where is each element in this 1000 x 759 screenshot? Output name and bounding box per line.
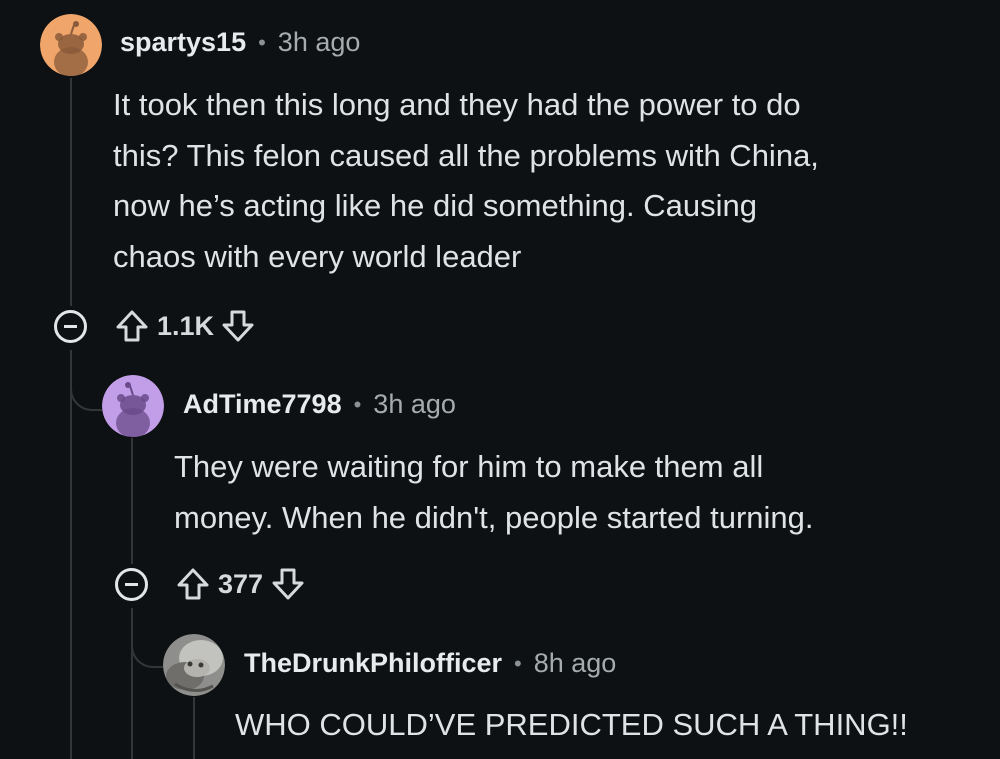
comment-meta-1: spartys15 • 3h ago (120, 27, 360, 58)
vote-score: 1.1K (157, 310, 215, 341)
comment-body-2: They were waiting for him to make them a… (174, 442, 814, 543)
comment-body-1: It took then this long and they had the … (113, 80, 819, 282)
comment-timestamp[interactable]: 3h ago (373, 389, 456, 420)
comment-meta-3: TheDrunkPhilofficer • 8h ago (244, 648, 616, 679)
comment-username[interactable]: AdTime7798 (183, 389, 342, 420)
downvote-arrow-icon[interactable] (269, 565, 307, 603)
thread-line-reply-2[interactable] (193, 697, 195, 759)
thread-elbow-reply-2 (131, 618, 163, 668)
comment-timestamp[interactable]: 8h ago (534, 648, 617, 679)
comment-line: It took then this long and they had the … (113, 87, 801, 122)
comment-timestamp[interactable]: 3h ago (278, 27, 361, 58)
thread-line-reply-1[interactable] (131, 438, 133, 564)
comment-line: this? This felon caused all the problems… (113, 137, 819, 173)
comment-username[interactable]: TheDrunkPhilofficer (244, 648, 502, 679)
comment-username[interactable]: spartys15 (120, 27, 246, 58)
vote-score: 377 (218, 568, 264, 599)
thread-line-root-continuation[interactable] (70, 350, 72, 759)
collapse-icon[interactable] (115, 567, 148, 601)
thread-line-root[interactable] (70, 78, 72, 306)
comment-body-3: WHO COULD’VE PREDICTED SUCH A THING!! (235, 700, 908, 751)
downvote-arrow-icon[interactable] (219, 307, 257, 345)
comment-line: WHO COULD’VE PREDICTED SUCH A THING!! (235, 707, 908, 742)
upvote-arrow-icon[interactable] (174, 565, 212, 603)
collapse-icon[interactable] (54, 309, 87, 343)
comment-line: money. When he didn't, people started tu… (174, 499, 814, 535)
avatar-adtime7798[interactable] (102, 375, 164, 437)
comment-line: They were waiting for him to make them a… (174, 449, 764, 484)
comment-actions-2: 377 (115, 565, 307, 603)
comment-meta-2: AdTime7798 • 3h ago (183, 389, 456, 420)
upvote-arrow-icon[interactable] (113, 307, 151, 345)
meta-separator: • (258, 29, 266, 55)
comment-line: chaos with every world leader (113, 238, 522, 274)
meta-separator: • (353, 391, 362, 417)
comment-actions-1: 1.1K (54, 307, 257, 345)
meta-separator: • (514, 650, 522, 676)
avatar-spartys15[interactable] (40, 14, 102, 76)
thread-elbow-reply-1 (70, 360, 102, 411)
avatar-thedrunkphilofficer[interactable] (163, 634, 225, 696)
comment-line: now he’s acting like he did something. C… (113, 188, 757, 223)
